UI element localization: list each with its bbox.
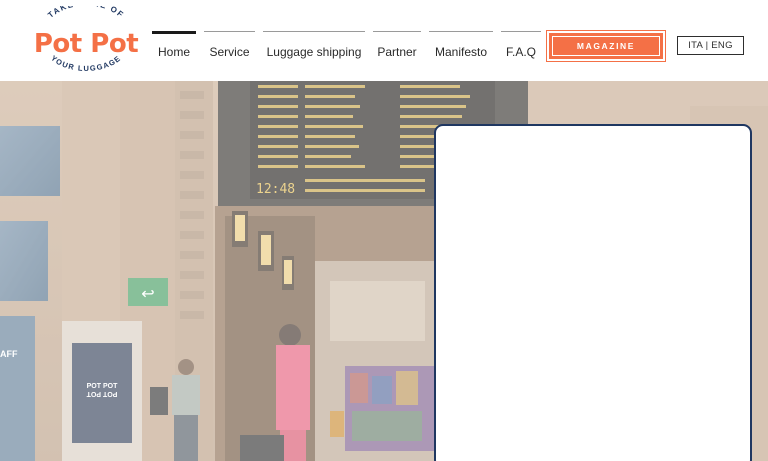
nav-faq[interactable]: F.A.Q — [501, 31, 541, 71]
magazine-button[interactable]: MAGAZINE — [546, 30, 666, 62]
potpot-logo[interactable]: TAKE CARE OF Pot Pot YOUR LUGGAGE — [30, 6, 142, 76]
site-header: TAKE CARE OF Pot Pot YOUR LUGGAGE Home S… — [0, 0, 768, 81]
language-switch[interactable]: ITA | ENG — [677, 36, 744, 55]
booking-panel[interactable] — [434, 124, 752, 461]
nav-partner[interactable]: Partner — [373, 31, 421, 71]
svg-text:TAKE CARE OF: TAKE CARE OF — [46, 6, 126, 20]
nav-manifesto[interactable]: Manifesto — [429, 31, 493, 71]
logo-top-text: TAKE CARE OF — [46, 6, 124, 20]
magazine-label: MAGAZINE — [552, 36, 660, 56]
nav-luggage-shipping[interactable]: Luggage shipping — [263, 31, 365, 71]
nav-home[interactable]: Home — [152, 31, 196, 71]
nav-service[interactable]: Service — [204, 31, 255, 71]
logo-wordmark: Pot Pot — [34, 29, 138, 59]
